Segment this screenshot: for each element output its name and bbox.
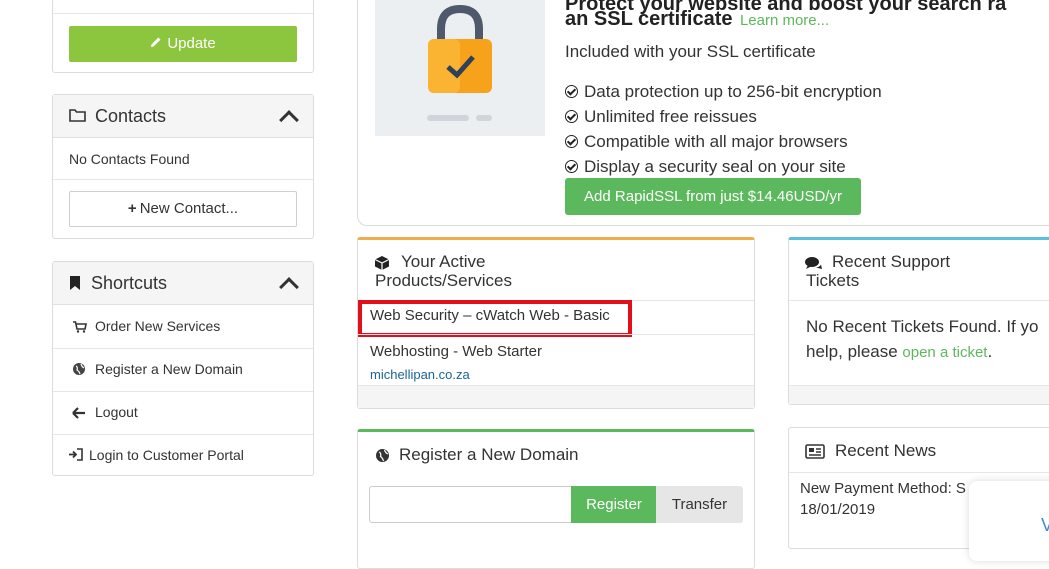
product-domain-link[interactable]: michellipan.co.za: [370, 367, 470, 382]
shortcut-logout[interactable]: Logout: [53, 391, 313, 435]
ssl-title-line2: an SSL certificate Learn more...: [565, 8, 829, 31]
support-divider: [789, 300, 1049, 301]
support-help-text: help, please: [806, 342, 903, 361]
update-panel-divider: [53, 13, 313, 14]
update-button[interactable]: Update: [69, 26, 297, 62]
sign-in-icon: [69, 448, 83, 464]
ssl-title: an SSL certificate: [565, 8, 733, 30]
contacts-empty-text: No Contacts Found: [69, 151, 190, 167]
contacts-header[interactable]: Contacts: [53, 95, 313, 138]
chevron-up-icon[interactable]: [279, 110, 299, 130]
ssl-feature-text: Unlimited free reissues: [584, 107, 757, 126]
new-contact-button[interactable]: + New Contact...: [69, 191, 297, 227]
ssl-lock-image: [375, 0, 545, 136]
shortcut-label: Order New Services: [95, 318, 221, 334]
bookmark-icon: [69, 275, 81, 296]
new-contact-label: New Contact...: [139, 200, 239, 217]
active-products-panel: Your Active Products/Services Web Securi…: [357, 237, 755, 409]
active-products-title-line2: Products/Services: [375, 271, 512, 290]
globe-icon: [375, 448, 390, 468]
ssl-promo-panel: Protect your website and boost your sear…: [357, 0, 1049, 226]
product-item[interactable]: Webhosting - Web Starter michellipan.co.…: [358, 335, 754, 385]
ssl-feature: Data protection up to 256-bit encryption: [565, 82, 882, 102]
ssl-feature: Display a security seal on your site: [565, 157, 846, 177]
contacts-divider: [53, 179, 313, 180]
check-circle-icon: [565, 160, 578, 173]
ssl-feature-text: Compatible with all major browsers: [584, 132, 848, 151]
support-title-line2: Tickets: [806, 271, 860, 290]
shortcut-order-services[interactable]: Order New Services: [53, 305, 313, 349]
update-panel: Update: [52, 0, 314, 73]
news-divider: [789, 472, 1049, 473]
learn-more-link[interactable]: Learn more...: [740, 12, 829, 29]
shortcut-label: Logout: [95, 404, 138, 420]
support-help-line: help, please open a ticket.: [806, 342, 992, 362]
ssl-feature-text: Display a security seal on your site: [584, 157, 846, 176]
support-help-end: .: [987, 342, 993, 361]
shortcut-label: Login to Customer Portal: [89, 447, 244, 463]
contacts-title: Contacts: [95, 106, 167, 126]
check-circle-icon: [565, 85, 578, 98]
ssl-included-text: Included with your SSL certificate: [565, 42, 816, 61]
shortcuts-title: Shortcuts: [91, 273, 168, 293]
shortcut-register-domain[interactable]: Register a New Domain: [53, 348, 313, 392]
check-circle-icon: [565, 110, 578, 123]
register-domain-panel: Register a New Domain Register Transfer: [357, 429, 755, 569]
arrow-left-icon: [72, 406, 86, 422]
shortcuts-header[interactable]: Shortcuts: [53, 262, 313, 305]
support-footer: [789, 385, 1049, 404]
news-item-title[interactable]: New Payment Method: S: [800, 480, 966, 497]
register-domain-title: Register a New Domain: [399, 445, 579, 464]
highlight-box: [358, 300, 632, 337]
shortcut-customer-portal[interactable]: Login to Customer Portal: [53, 434, 313, 476]
open-ticket-link[interactable]: open a ticket: [902, 344, 987, 361]
support-tickets-panel: Recent Support Tickets No Recent Tickets…: [788, 237, 1049, 405]
pencil-icon: [150, 26, 162, 62]
chat-widget-icon: V: [1041, 515, 1049, 535]
cart-icon: [73, 320, 87, 336]
chevron-up-icon[interactable]: [279, 277, 299, 297]
shortcuts-panel: Shortcuts Order New Services Register a …: [52, 261, 314, 476]
newspaper-icon: [805, 444, 825, 464]
ssl-feature: Unlimited free reissues: [565, 107, 757, 127]
ssl-feature-text: Data protection up to 256-bit encryption: [584, 82, 882, 101]
plus-icon: +: [127, 200, 137, 217]
active-products-footer: [358, 385, 754, 408]
recent-news-title: Recent News: [835, 441, 937, 460]
support-title-line1: Recent Support: [832, 252, 951, 271]
transfer-button[interactable]: Transfer: [656, 486, 743, 523]
check-circle-icon: [565, 135, 578, 148]
ssl-feature: Compatible with all major browsers: [565, 132, 848, 152]
contacts-panel: Contacts No Contacts Found + New Contact.…: [52, 94, 314, 239]
support-empty-text: No Recent Tickets Found. If yo: [806, 317, 1039, 336]
news-item-date: 18/01/2019: [800, 501, 876, 518]
update-label: Update: [167, 35, 216, 52]
register-button[interactable]: Register: [571, 486, 657, 523]
folder-icon: [69, 108, 86, 127]
product-name[interactable]: Webhosting - Web Starter: [370, 343, 542, 360]
domain-search-input[interactable]: [369, 486, 572, 523]
active-products-title-line1: Your Active: [401, 252, 486, 271]
globe-icon: [72, 362, 86, 379]
add-rapidssl-button[interactable]: Add RapidSSL from just $14.46USD/yr: [565, 178, 861, 215]
shortcut-label: Register a New Domain: [95, 361, 243, 377]
chat-widget[interactable]: V: [969, 481, 1049, 561]
